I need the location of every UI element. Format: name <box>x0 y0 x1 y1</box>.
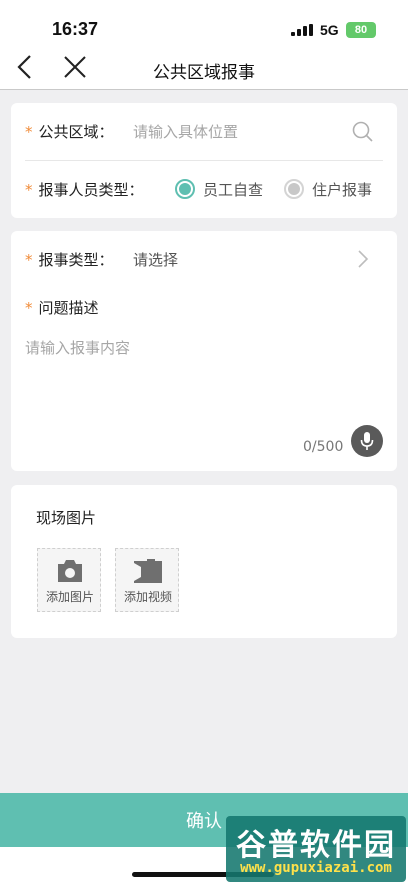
battery-icon: 80 <box>346 22 376 38</box>
network-type: 5G <box>320 22 339 38</box>
report-type-select[interactable]: 请选择 <box>133 249 178 270</box>
signal-icon <box>291 24 313 36</box>
area-label: * 公共区域： <box>25 123 114 141</box>
watermark-url: www.gupuxiazai.com <box>240 860 392 876</box>
description-label: * 问题描述 <box>25 299 99 317</box>
reporter-type-label: * 报事人员类型： <box>25 181 144 199</box>
add-photo-label: 添加图片 <box>45 590 94 604</box>
watermark-text: 谷普软件园 <box>236 828 396 863</box>
status-bar: 16:37 5G 80 <box>0 0 408 44</box>
microphone-icon <box>360 432 374 450</box>
add-video-label: 添加视频 <box>123 590 172 604</box>
description-textarea[interactable]: 请输入报事内容 <box>25 337 130 358</box>
video-camera-icon <box>134 559 162 583</box>
photos-title: 现场图片 <box>36 509 97 527</box>
radio-resident-report[interactable] <box>284 179 304 199</box>
report-card: * 报事类型： 请选择 * 问题描述 请输入报事内容 0/500 <box>11 231 397 471</box>
radio-resident-report-label[interactable]: 住户报事 <box>312 179 372 200</box>
confirm-label: 确认 <box>186 811 222 832</box>
chevron-right-icon[interactable] <box>357 249 369 269</box>
nav-bar: 公共区域报事 <box>0 44 408 90</box>
photos-card: 现场图片 添加图片 添加视频 <box>11 485 397 638</box>
page-title: 公共区域报事 <box>153 63 255 83</box>
search-icon[interactable] <box>351 120 375 144</box>
char-counter: 0/500 <box>303 439 344 455</box>
voice-input-button[interactable] <box>351 425 383 457</box>
report-type-label: * 报事类型： <box>25 251 114 269</box>
add-video-button[interactable]: 添加视频 <box>115 548 179 612</box>
radio-employee-check[interactable] <box>175 179 195 199</box>
watermark-logo: 谷普软件园 www.gupuxiazai.com <box>226 816 406 882</box>
area-input[interactable]: 请输入具体位置 <box>133 121 238 142</box>
location-card: * 公共区域： 请输入具体位置 * 报事人员类型： 员工自查 住户报事 <box>11 103 397 218</box>
camera-icon <box>58 560 82 582</box>
divider <box>25 160 383 161</box>
radio-employee-check-label[interactable]: 员工自查 <box>203 179 263 200</box>
add-photo-button[interactable]: 添加图片 <box>37 548 101 612</box>
status-time: 16:37 <box>52 19 99 39</box>
